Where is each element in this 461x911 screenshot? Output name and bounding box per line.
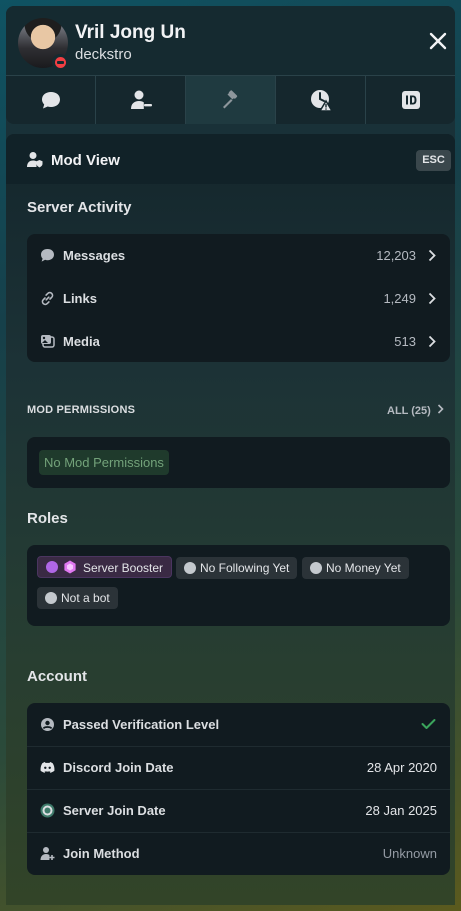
account-value: 28 Apr 2020 <box>366 760 437 775</box>
server-activity-card: Messages 12,203 Links 1,249 Media 513 <box>27 234 450 362</box>
mod-permissions-title: MOD PERMISSIONS <box>27 404 136 416</box>
tab-message[interactable] <box>6 76 96 124</box>
check-icon <box>421 719 436 729</box>
status-dnd-icon <box>52 54 68 70</box>
mod-permissions-all-label: ALL (25) <box>387 405 431 417</box>
role-color-dot <box>45 592 57 604</box>
account-label: Server Join Date <box>63 803 166 818</box>
roles-title: Roles <box>27 510 68 527</box>
role-label: Not a bot <box>61 591 110 605</box>
activity-value: 12,203 <box>376 248 416 263</box>
mod-permissions-all-link[interactable]: ALL (25) <box>387 404 444 417</box>
display-name: Vril Jong Un <box>75 22 186 43</box>
action-tab-bar <box>6 75 455 124</box>
user-add-icon <box>40 847 55 860</box>
account-value: 28 Jan 2025 <box>365 803 437 818</box>
role-not-a-bot[interactable]: Not a bot <box>37 587 118 609</box>
role-label: No Following Yet <box>200 561 290 575</box>
mod-permissions-card: No Mod Permissions <box>27 437 450 488</box>
activity-label: Links <box>63 291 97 306</box>
message-icon <box>41 249 54 262</box>
account-value: Unknown <box>382 846 437 861</box>
account-row-verification: Passed Verification Level <box>27 703 450 746</box>
role-color-dot <box>310 562 322 574</box>
mod-view-icon <box>27 152 43 168</box>
server-icon <box>40 803 55 818</box>
activity-row-messages[interactable]: Messages 12,203 <box>27 234 450 277</box>
account-row-join-method: Join Method Unknown <box>27 832 450 875</box>
tab-copy-id[interactable] <box>366 76 455 124</box>
server-activity-title: Server Activity <box>27 199 132 216</box>
role-server-booster[interactable]: Server Booster <box>37 556 173 578</box>
role-color-dot <box>46 561 58 573</box>
activity-label: Messages <box>63 248 126 263</box>
account-label: Discord Join Date <box>63 760 174 775</box>
account-label: Passed Verification Level <box>63 717 220 732</box>
mod-view-header: Mod View ESC <box>6 134 455 184</box>
activity-value: 513 <box>394 334 416 349</box>
no-mod-permissions-chip: No Mod Permissions <box>39 450 169 475</box>
chat-icon <box>41 92 60 109</box>
role-color-dot <box>184 562 196 574</box>
mod-view-panel: Mod View ESC Server Activity Messages 12… <box>6 134 455 905</box>
chevron-right-icon <box>428 292 436 305</box>
account-row-discord-join: Discord Join Date 28 Apr 2020 <box>27 746 450 789</box>
activity-label: Media <box>63 334 100 349</box>
mod-view-title: Mod View <box>51 152 120 169</box>
booster-gem-icon <box>64 560 76 574</box>
role-label: Server Booster <box>83 561 164 575</box>
activity-row-links[interactable]: Links 1,249 <box>27 277 450 320</box>
verification-shield-icon <box>41 718 54 731</box>
esc-button[interactable]: ESC <box>416 150 451 171</box>
media-icon <box>41 335 55 348</box>
activity-row-media[interactable]: Media 513 <box>27 320 450 363</box>
account-card: Passed Verification Level Discord Join D… <box>27 703 450 875</box>
chevron-right-icon <box>428 249 436 262</box>
tab-ban[interactable] <box>186 76 276 124</box>
roles-card: Server Booster No Following Yet No Money… <box>27 545 450 626</box>
account-title: Account <box>27 668 87 685</box>
username: deckstro <box>75 46 132 63</box>
tab-kick[interactable] <box>96 76 186 124</box>
link-icon <box>41 291 54 306</box>
close-icon[interactable] <box>428 31 448 51</box>
chevron-right-icon <box>437 404 444 414</box>
account-row-server-join: Server Join Date 28 Jan 2025 <box>27 789 450 832</box>
role-no-money-yet[interactable]: No Money Yet <box>302 557 409 579</box>
chevron-right-icon <box>428 335 436 348</box>
profile-header: Vril Jong Un deckstro <box>6 6 455 80</box>
id-icon <box>401 91 420 109</box>
discord-icon <box>40 762 55 773</box>
account-label: Join Method <box>63 846 140 861</box>
role-no-following-yet[interactable]: No Following Yet <box>176 557 298 579</box>
tab-timeout[interactable] <box>276 76 366 124</box>
user-remove-icon <box>130 90 152 109</box>
hammer-icon <box>222 90 237 109</box>
activity-value: 1,249 <box>383 291 416 306</box>
timeout-icon <box>310 90 333 112</box>
role-label: No Money Yet <box>326 561 401 575</box>
